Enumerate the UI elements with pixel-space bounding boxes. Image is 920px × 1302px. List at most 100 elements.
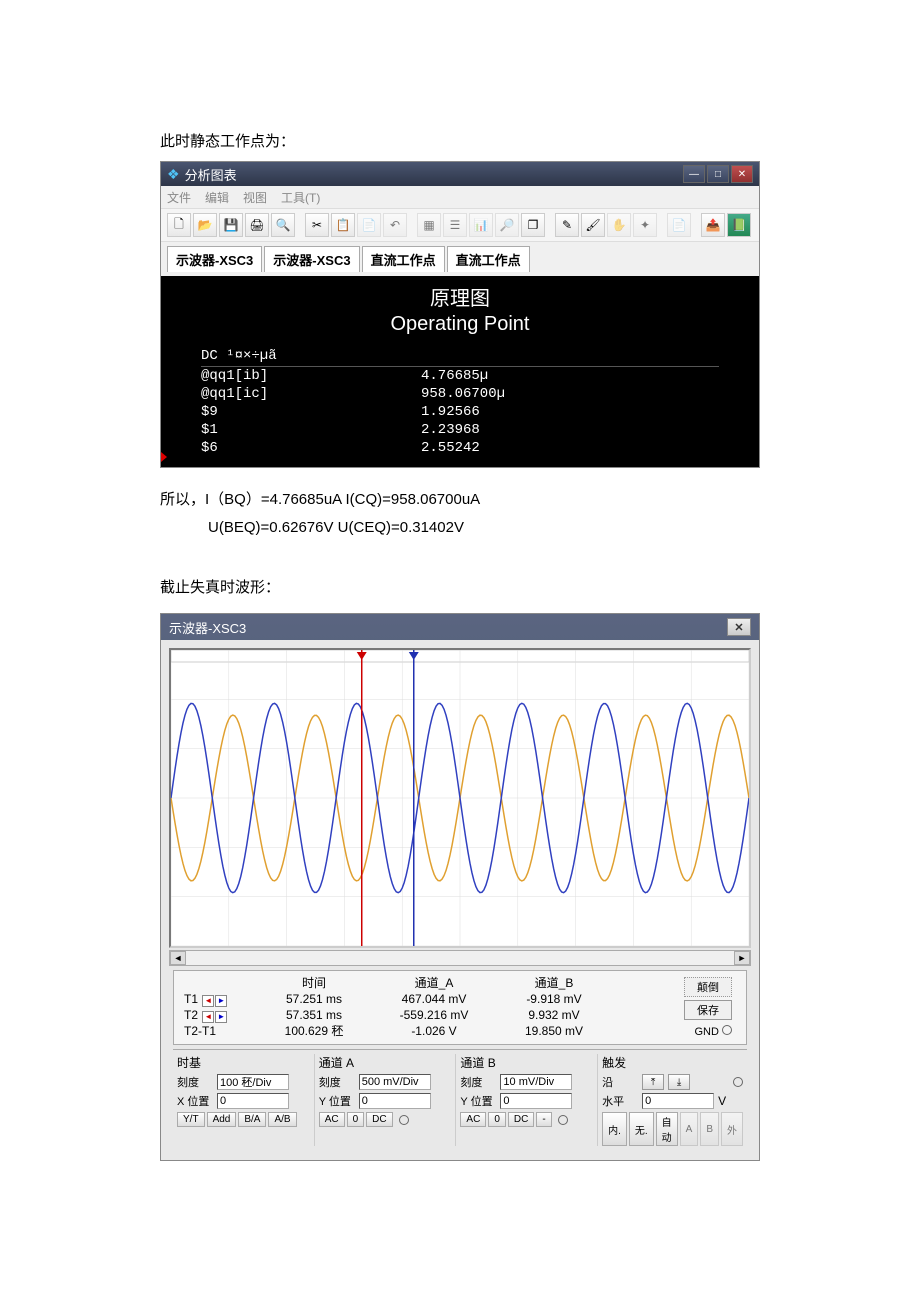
level-unit: V: [718, 1094, 726, 1108]
menu-tools[interactable]: 工具(T): [281, 189, 320, 206]
diff-chA: -1.026 V: [382, 1023, 486, 1039]
wand-icon[interactable]: ✦: [633, 213, 657, 237]
open-icon[interactable]: 📂: [193, 213, 217, 237]
menu-file[interactable]: 文件: [167, 189, 191, 206]
paste-icon[interactable]: 📄: [357, 213, 381, 237]
t1-label: T1: [184, 992, 198, 1006]
trig-b-button[interactable]: B: [700, 1112, 719, 1146]
save-button[interactable]: 保存: [684, 1000, 732, 1020]
tabs-row: 示波器-XSC3 示波器-XSC3 直流工作点 直流工作点: [161, 242, 759, 276]
t2-chB: 9.932 mV: [502, 1007, 606, 1023]
tab-xsc3-1[interactable]: 示波器-XSC3: [167, 246, 262, 272]
edge-radio[interactable]: [733, 1077, 743, 1087]
chB-radio[interactable]: [558, 1115, 568, 1125]
trig-ext-button[interactable]: 外: [721, 1112, 743, 1146]
tab-dc-2[interactable]: 直流工作点: [447, 246, 530, 272]
waveform-svg: [171, 650, 749, 946]
menu-edit[interactable]: 编辑: [205, 189, 229, 206]
ypos-label: Y 位置: [460, 1093, 496, 1109]
t1-right-icon[interactable]: ►: [215, 995, 227, 1007]
chB-minus-button[interactable]: -: [536, 1112, 551, 1127]
gnd-label: GND: [694, 1026, 718, 1038]
trigger-section: 触发 沿 ⤒ ⤓ 水平 V 内. 无. 自动 A B: [597, 1054, 747, 1146]
close-button[interactable]: ✕: [731, 165, 753, 183]
horizontal-scrollbar[interactable]: ◄ ►: [169, 950, 751, 966]
scroll-right-icon[interactable]: ►: [734, 951, 750, 965]
diff-chB: 19.850 mV: [502, 1023, 606, 1039]
scroll-left-icon[interactable]: ◄: [170, 951, 186, 965]
titlebar[interactable]: ❖ 分析图表 — □ ✕: [161, 162, 759, 186]
chB-ac-button[interactable]: AC: [460, 1112, 486, 1127]
reverse-button[interactable]: 颠倒: [684, 977, 732, 997]
menu-view[interactable]: 视图: [243, 189, 267, 206]
time-header: 时间: [262, 975, 366, 991]
chB-dc-button[interactable]: DC: [508, 1112, 534, 1127]
pen-icon[interactable]: ✎: [555, 213, 579, 237]
titlebar[interactable]: 示波器-XSC3 ✕: [161, 614, 759, 640]
print-icon[interactable]: 🖨: [245, 213, 269, 237]
chB-title: 通道 B: [460, 1054, 593, 1071]
rising-edge-icon[interactable]: ⤒: [642, 1074, 664, 1090]
trig-int-button[interactable]: 内.: [602, 1112, 627, 1146]
trigger-level-input[interactable]: [642, 1093, 714, 1109]
layer-icon[interactable]: ❐: [521, 213, 545, 237]
chA-radio[interactable]: [399, 1115, 409, 1125]
trig-auto-button[interactable]: 自动: [656, 1112, 678, 1146]
scale-label: 刻度: [460, 1074, 496, 1090]
chA-ac-button[interactable]: AC: [319, 1112, 345, 1127]
t2-time: 57.351 ms: [262, 1007, 366, 1023]
ab-button[interactable]: A/B: [268, 1112, 296, 1127]
brush-icon[interactable]: 🖌: [581, 213, 605, 237]
yt-button[interactable]: Y/T: [177, 1112, 205, 1127]
page-icon[interactable]: 📄: [667, 213, 691, 237]
window-title: 分析图表: [185, 165, 683, 184]
new-icon[interactable]: 🗋: [167, 213, 191, 237]
chB-header: 通道_B: [502, 975, 606, 991]
chA-scale-input[interactable]: [359, 1074, 431, 1090]
diff-label: T2-T1: [184, 1023, 246, 1039]
level-label: 水平: [602, 1093, 638, 1109]
t1-left-icon[interactable]: ◄: [202, 995, 214, 1007]
scope-screen[interactable]: [169, 648, 751, 948]
hand-icon[interactable]: ✋: [607, 213, 631, 237]
ba-button[interactable]: B/A: [238, 1112, 266, 1127]
table-row: @qq1[ib]4.76685µ: [201, 367, 719, 385]
t2-right-icon[interactable]: ►: [215, 1011, 227, 1023]
tab-dc-1[interactable]: 直流工作点: [362, 246, 445, 272]
copy-icon[interactable]: 📋: [331, 213, 355, 237]
preview-icon[interactable]: 🔍: [271, 213, 295, 237]
trig-none-button[interactable]: 无.: [629, 1112, 654, 1146]
chB-0-button[interactable]: 0: [488, 1112, 506, 1127]
t1-chA: 467.044 mV: [382, 991, 486, 1007]
close-button[interactable]: ✕: [727, 618, 751, 636]
undo-icon[interactable]: ↶: [383, 213, 407, 237]
list-icon[interactable]: ☰: [443, 213, 467, 237]
gnd-radio[interactable]: [722, 1025, 732, 1035]
toolbar: 🗋 📂 💾 🖨 🔍 ✂ 📋 📄 ↶ ▦ ☰ 📊 🔎 ❐ ✎ 🖌 ✋ ✦ 📄 📤: [161, 208, 759, 242]
grid-icon[interactable]: ▦: [417, 213, 441, 237]
scale-label: 刻度: [177, 1074, 213, 1090]
cut-icon[interactable]: ✂: [305, 213, 329, 237]
chA-ypos-input[interactable]: [359, 1093, 431, 1109]
export-icon[interactable]: 📤: [701, 213, 725, 237]
chA-dc-button[interactable]: DC: [366, 1112, 392, 1127]
minimize-button[interactable]: —: [683, 165, 705, 183]
chB-ypos-input[interactable]: [500, 1093, 572, 1109]
oscilloscope-window: 示波器-XSC3 ✕ ◄ ► T1 ◄► T2 ◄► T2-T1: [160, 613, 760, 1161]
chart-icon[interactable]: 📊: [469, 213, 493, 237]
table-row: @qq1[ic]958.06700µ: [201, 385, 719, 403]
timebase-scale-input[interactable]: [217, 1074, 289, 1090]
trig-a-button[interactable]: A: [680, 1112, 699, 1146]
chB-scale-input[interactable]: [500, 1074, 572, 1090]
falling-edge-icon[interactable]: ⤓: [668, 1074, 690, 1090]
save-icon[interactable]: 💾: [219, 213, 243, 237]
add-button[interactable]: Add: [207, 1112, 237, 1127]
excel-icon[interactable]: 📗: [727, 213, 751, 237]
zoom-icon[interactable]: 🔎: [495, 213, 519, 237]
maximize-button[interactable]: □: [707, 165, 729, 183]
t2-left-icon[interactable]: ◄: [202, 1011, 214, 1023]
timebase-xpos-input[interactable]: [217, 1093, 289, 1109]
t1-time: 57.251 ms: [262, 991, 366, 1007]
tab-xsc3-2[interactable]: 示波器-XSC3: [264, 246, 359, 272]
chA-0-button[interactable]: 0: [347, 1112, 365, 1127]
